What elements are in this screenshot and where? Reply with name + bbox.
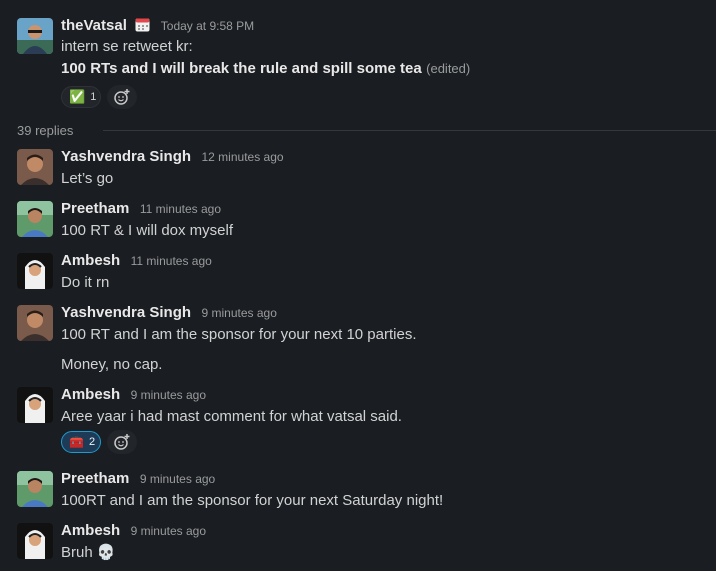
author-name[interactable]: Yashvendra Singh [61, 148, 191, 165]
author-name[interactable]: Yashvendra Singh [61, 304, 191, 321]
divider-line [103, 130, 716, 131]
replies-count: 39 replies [17, 123, 74, 138]
avatar-ambesh[interactable] [17, 253, 53, 289]
author-name[interactable]: Preetham [61, 200, 129, 217]
message-text: Let’s go [61, 170, 114, 187]
message-text: 100 RT & I will dox myself [61, 222, 234, 239]
avatar-ambesh[interactable] [17, 387, 53, 423]
author-name[interactable]: Preetham [61, 470, 129, 487]
message-timestamp[interactable]: 9 minutes ago [202, 306, 277, 320]
message-text: intern se retweet kr: [61, 38, 193, 55]
author-name[interactable]: theVatsal [61, 17, 127, 34]
message-timestamp[interactable]: 12 minutes ago [202, 150, 284, 164]
avatar-yashvendra[interactable] [17, 305, 53, 341]
message-text: Do it rn [61, 274, 110, 291]
avatar-preetham[interactable] [17, 201, 53, 237]
add-reaction-button[interactable] [107, 85, 137, 109]
message-text: Money, no cap. [61, 356, 163, 373]
message-text: Aree yaar i had mast comment for what va… [61, 408, 402, 425]
message-timestamp[interactable]: 11 minutes ago [131, 254, 212, 268]
calendar-icon [135, 17, 150, 38]
toolbox-emoji: 🧰 [69, 435, 84, 449]
avatar-preetham[interactable] [17, 471, 53, 507]
avatar-thevatsal[interactable] [17, 18, 53, 54]
add-reaction-button[interactable] [107, 430, 137, 454]
message-timestamp[interactable]: 9 minutes ago [131, 388, 206, 402]
checkmark-emoji: ✅ [69, 89, 86, 104]
edited-label: (edited) [426, 61, 471, 76]
message-text: 100 RT and I am the sponsor for your nex… [61, 326, 417, 343]
message-timestamp[interactable]: 11 minutes ago [140, 202, 221, 216]
add-emoji-icon [114, 89, 130, 105]
message-timestamp[interactable]: 9 minutes ago [131, 524, 206, 538]
message-text: Bruh 💀 [61, 544, 116, 561]
author-name[interactable]: Ambesh [61, 386, 120, 403]
author-name[interactable]: Ambesh [61, 522, 120, 539]
avatar-ambesh[interactable] [17, 523, 53, 559]
message-text-line2: 100 RTs and I will break the rule and sp… [61, 58, 470, 80]
message-bold-text: 100 RTs and I will break the rule and sp… [61, 60, 422, 77]
reaction-count: 1 [90, 91, 97, 103]
reaction-count: 2 [88, 436, 96, 448]
reaction-toolbox[interactable]: 🧰 2 [61, 431, 101, 453]
add-emoji-icon [114, 434, 130, 450]
replies-divider: 39 replies [17, 121, 716, 139]
message-text: 100RT and I am the sponsor for your next… [61, 492, 444, 509]
reaction-checkmark[interactable]: ✅ 1 [61, 86, 101, 108]
message-timestamp[interactable]: Today at 9:58 PM [161, 19, 254, 33]
author-name[interactable]: Ambesh [61, 252, 120, 269]
avatar-yashvendra[interactable] [17, 149, 53, 185]
message-timestamp[interactable]: 9 minutes ago [140, 472, 215, 486]
